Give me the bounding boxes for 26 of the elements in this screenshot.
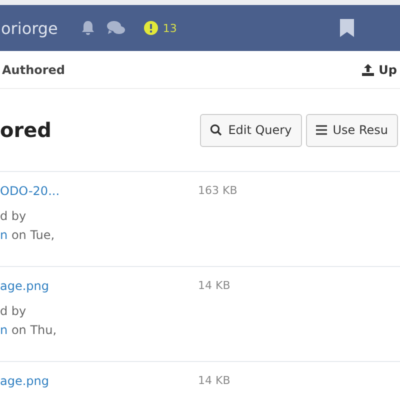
file-size: 14 KB [198,279,230,292]
file-link[interactable]: age.png [0,279,198,293]
bell-icon[interactable] [80,20,96,36]
file-link[interactable]: age.png [0,374,198,388]
uploaded-by-text: d by [0,209,28,223]
bookmark-icon[interactable] [340,19,354,37]
file-size: 14 KB [198,374,230,387]
alert-count: 13 [162,22,177,34]
page-heading: ored [0,118,52,142]
upload-date: on Thu, [11,323,57,337]
upload-icon[interactable] [362,64,374,76]
search-icon [210,124,222,136]
username[interactable]: oriorge [1,18,58,38]
edit-query-button[interactable]: Edit Query [200,114,302,146]
uploaded-by-text: d by [0,304,28,318]
chat-bubbles-icon[interactable] [106,20,126,36]
use-results-button[interactable]: Use Resu [306,114,398,146]
author-link[interactable]: n [0,323,8,337]
exclamation-icon[interactable] [144,21,158,35]
author-link[interactable]: n [0,228,8,242]
upload-date: on Tue, [11,228,55,242]
upload-link[interactable]: Up [378,62,397,76]
file-size: 163 KB [198,184,238,197]
file-link[interactable]: ODO-20... [0,184,198,198]
menu-icon [316,125,327,135]
authored-tab[interactable]: Authored [2,62,65,76]
